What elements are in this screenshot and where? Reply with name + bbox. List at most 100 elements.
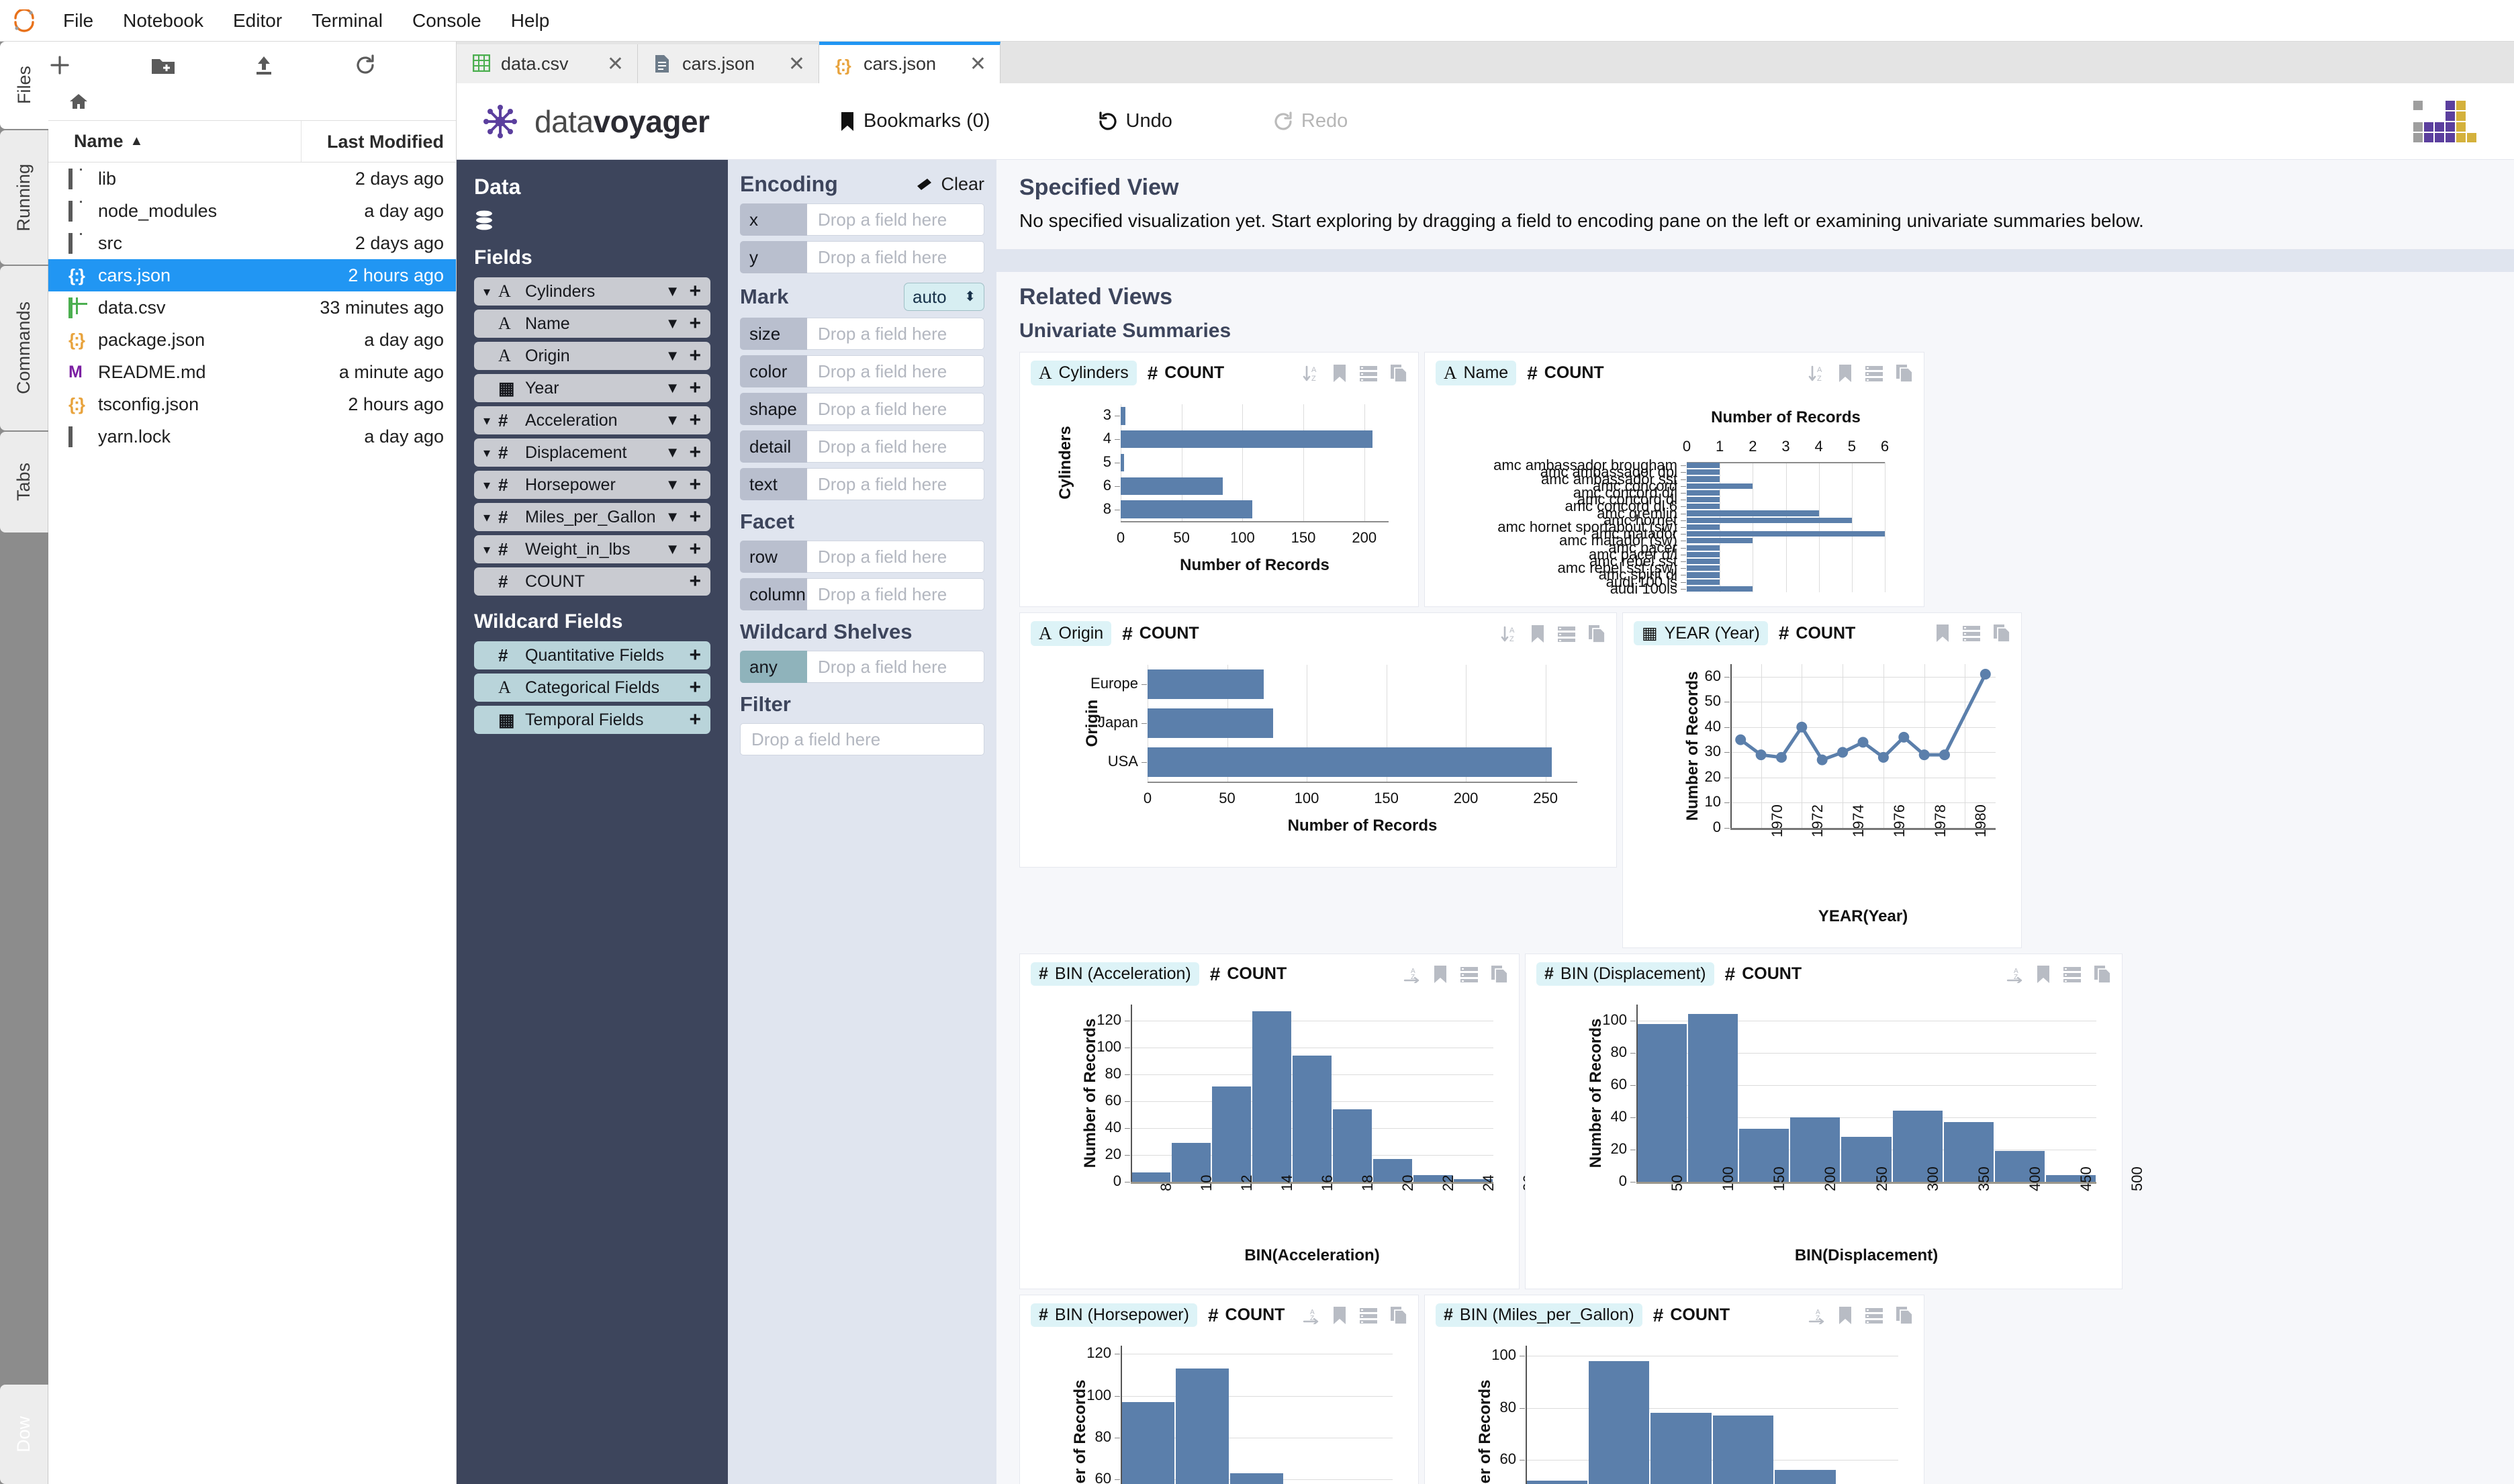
- bookmark-icon[interactable]: [2036, 965, 2051, 984]
- univariate-chart-card[interactable]: AOrigin #COUNT AZ EuropeJapanUSA05010015…: [1019, 612, 1617, 868]
- shelf-drop-target[interactable]: Drop a field here: [807, 393, 984, 425]
- add-field-icon[interactable]: +: [689, 538, 701, 561]
- field-item[interactable]: ▾ # Miles_per_Gallon ▼ +: [474, 503, 710, 531]
- filter-drop-target[interactable]: Drop a field here: [740, 723, 984, 755]
- list-icon[interactable]: [1865, 1307, 1883, 1324]
- shelf-x[interactable]: x Drop a field here: [740, 203, 984, 236]
- field-pill[interactable]: AOrigin: [1031, 621, 1111, 646]
- filter-icon[interactable]: ▼: [665, 508, 680, 526]
- database-icon[interactable]: [474, 210, 710, 232]
- shelf-drop-target[interactable]: Drop a field here: [807, 578, 984, 610]
- field-pill[interactable]: #BIN (Horsepower): [1031, 1303, 1197, 1327]
- wildcard-field-item[interactable]: A Categorical Fields +: [474, 674, 710, 702]
- bookmark-icon[interactable]: [1332, 364, 1347, 383]
- bookmark-icon[interactable]: [1838, 1306, 1853, 1325]
- copy-icon[interactable]: [1896, 1306, 1913, 1325]
- new-folder-icon[interactable]: [150, 54, 252, 77]
- list-icon[interactable]: [1557, 625, 1576, 643]
- shelf-any[interactable]: any Drop a field here: [740, 651, 984, 683]
- redo-button[interactable]: Redo: [1273, 110, 1348, 132]
- add-field-icon[interactable]: +: [689, 344, 701, 367]
- list-icon[interactable]: [1359, 1307, 1378, 1324]
- field-item[interactable]: ▦ Year ▼ +: [474, 374, 710, 402]
- sidebar-item-tabs[interactable]: Tabs: [0, 432, 48, 532]
- add-field-icon[interactable]: +: [689, 409, 701, 432]
- copy-icon[interactable]: [1896, 364, 1913, 383]
- field-item[interactable]: A Name ▼ +: [474, 310, 710, 338]
- sort-arrow-icon[interactable]: AZ: [1403, 966, 1421, 983]
- field-pill[interactable]: #BIN (Displacement): [1536, 962, 1714, 986]
- new-launcher-icon[interactable]: [48, 54, 150, 77]
- field-pill[interactable]: ACylinders: [1031, 361, 1137, 385]
- sort-az-icon[interactable]: AZ: [1303, 365, 1320, 382]
- column-header-modified[interactable]: Last Modified: [301, 121, 456, 163]
- shelf-size[interactable]: size Drop a field here: [740, 318, 984, 350]
- wildcard-field-item[interactable]: ▦ Temporal Fields +: [474, 706, 710, 734]
- bookmark-icon[interactable]: [1332, 1306, 1347, 1325]
- shelf-detail[interactable]: detail Drop a field here: [740, 430, 984, 463]
- copy-icon[interactable]: [2094, 965, 2111, 984]
- univariate-chart-card[interactable]: ▦YEAR (Year) #COUNT 01020304050601970197…: [1622, 612, 2022, 948]
- bookmark-icon[interactable]: [1838, 364, 1853, 383]
- shelf-drop-target[interactable]: Drop a field here: [807, 651, 984, 683]
- add-field-icon[interactable]: +: [689, 708, 701, 731]
- home-icon[interactable]: [68, 92, 89, 111]
- field-pill[interactable]: AName: [1436, 361, 1516, 385]
- undo-button[interactable]: Undo: [1098, 110, 1172, 132]
- sort-arrow-icon[interactable]: AZ: [1808, 1307, 1826, 1324]
- close-icon[interactable]: ✕: [590, 52, 624, 76]
- field-pill[interactable]: ▦YEAR (Year): [1634, 621, 1768, 645]
- expand-caret-icon[interactable]: ▾: [483, 412, 498, 429]
- shelf-column[interactable]: column Drop a field here: [740, 578, 984, 610]
- tab-data-csv[interactable]: data.csv ✕: [457, 44, 638, 83]
- shelf-drop-target[interactable]: Drop a field here: [807, 355, 984, 387]
- menu-file[interactable]: File: [48, 0, 108, 42]
- sidebar-item-files[interactable]: Files: [0, 42, 48, 129]
- close-icon[interactable]: ✕: [771, 52, 805, 76]
- shelf-drop-target[interactable]: Drop a field here: [807, 430, 984, 463]
- close-icon[interactable]: ✕: [952, 52, 986, 76]
- sort-az-icon[interactable]: AZ: [1501, 625, 1518, 643]
- field-item[interactable]: ▾ # Acceleration ▼ +: [474, 406, 710, 434]
- univariate-chart-card[interactable]: ACylinders #COUNT AZ 34568050100150200Nu…: [1019, 352, 1419, 607]
- file-row[interactable]: data.csv 33 minutes ago: [48, 291, 456, 324]
- menu-console[interactable]: Console: [398, 0, 496, 42]
- shelf-shape[interactable]: shape Drop a field here: [740, 393, 984, 425]
- filter-icon[interactable]: ▼: [665, 444, 680, 461]
- copy-icon[interactable]: [1390, 364, 1407, 383]
- menu-help[interactable]: Help: [496, 0, 565, 42]
- shelf-drop-target[interactable]: Drop a field here: [807, 241, 984, 273]
- univariate-chart-card[interactable]: #BIN (Acceleration) #COUNT AZ 0204060801…: [1019, 954, 1520, 1289]
- sidebar-item-downloads[interactable]: Dow: [0, 1385, 48, 1484]
- wildcard-field-item[interactable]: # Quantitative Fields +: [474, 641, 710, 669]
- filter-icon[interactable]: ▼: [665, 476, 680, 494]
- add-field-icon[interactable]: +: [689, 441, 701, 464]
- univariate-chart-card[interactable]: #BIN (Horsepower) #COUNT AZ 204060801001…: [1019, 1295, 1419, 1484]
- univariate-chart-card[interactable]: #BIN (Displacement) #COUNT AZ 0204060801…: [1525, 954, 2123, 1289]
- copy-icon[interactable]: [1993, 624, 2010, 643]
- shelf-text[interactable]: text Drop a field here: [740, 468, 984, 500]
- copy-icon[interactable]: [1390, 1306, 1407, 1325]
- bookmarks-button[interactable]: Bookmarks (0): [839, 110, 990, 132]
- shelf-y[interactable]: y Drop a field here: [740, 241, 984, 273]
- sidebar-item-commands[interactable]: Commands: [0, 266, 48, 430]
- list-icon[interactable]: [1865, 365, 1883, 382]
- tab-cars-json-text[interactable]: cars.json ✕: [638, 44, 819, 83]
- filter-icon[interactable]: ▼: [665, 541, 680, 558]
- filter-shelf[interactable]: Drop a field here: [740, 723, 984, 755]
- upload-icon[interactable]: [252, 54, 355, 77]
- add-field-icon[interactable]: +: [689, 506, 701, 528]
- sort-arrow-icon[interactable]: AZ: [2006, 966, 2024, 983]
- expand-caret-icon[interactable]: ▾: [483, 283, 498, 300]
- filter-icon[interactable]: ▼: [665, 283, 680, 300]
- file-row[interactable]: yarn.lock a day ago: [48, 420, 456, 453]
- list-icon[interactable]: [1359, 365, 1378, 382]
- filter-icon[interactable]: ▼: [665, 315, 680, 332]
- refresh-icon[interactable]: [354, 54, 456, 77]
- file-row[interactable]: node_modules a day ago: [48, 195, 456, 227]
- filter-icon[interactable]: ▼: [665, 412, 680, 429]
- univariate-chart-card[interactable]: #BIN (Miles_per_Gallon) #COUNT AZ 204060…: [1424, 1295, 1924, 1484]
- expand-caret-icon[interactable]: ▾: [483, 477, 498, 494]
- file-row[interactable]: src 2 days ago: [48, 227, 456, 259]
- add-field-icon[interactable]: +: [689, 312, 701, 335]
